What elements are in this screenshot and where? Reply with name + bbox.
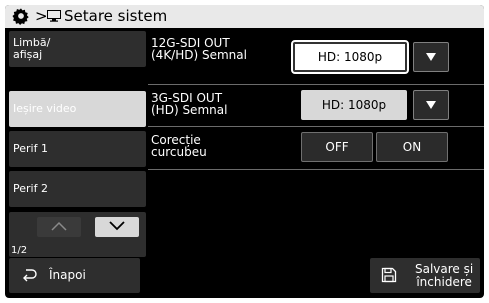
triangle-down-icon — [426, 101, 436, 109]
header-bar: > Setare sistem — [5, 5, 484, 28]
sidebar-item-label: Limbă/ afișaj — [13, 36, 51, 61]
back-label: Înapoi — [49, 268, 86, 282]
page-title: Setare sistem — [64, 7, 168, 25]
page-up-button[interactable] — [37, 217, 81, 237]
save-label: Salvare și închidere — [415, 262, 474, 289]
setting-row-12g-sdi: 12G-SDI OUT (4K/HD) Semnal HD: 1080p — [148, 31, 484, 85]
sidebar-item-peripheral-2[interactable]: Perif 2 — [9, 171, 146, 207]
system-settings-window: > Setare sistem Limbă/ afișaj Ieșire vid… — [5, 5, 484, 298]
page-down-button[interactable] — [95, 217, 139, 237]
save-disk-icon — [381, 267, 397, 283]
sidebar-item-language-display[interactable]: Limbă/ afișaj — [9, 31, 146, 67]
rainbow-on-button[interactable]: ON — [376, 132, 448, 162]
sidebar-item-peripheral-1[interactable]: Perif 1 — [9, 131, 146, 167]
back-button[interactable]: Înapoi — [9, 258, 140, 293]
sidebar-pager: 1/2 — [9, 212, 146, 257]
3g-sdi-signal-select[interactable]: HD: 1080p — [301, 90, 407, 120]
page-indicator: 1/2 — [11, 245, 28, 256]
3g-sdi-dropdown-button[interactable] — [413, 90, 449, 120]
sidebar-item-label: Perif 2 — [13, 182, 48, 195]
sidebar-item-video-output[interactable]: Ieșire video — [9, 91, 146, 127]
setting-row-rainbow-correction: Corecție curcubeu OFF ON — [148, 127, 484, 170]
setting-row-3g-sdi: 3G-SDI OUT (HD) Semnal HD: 1080p — [148, 85, 484, 127]
setting-label: 3G-SDI OUT (HD) Semnal — [151, 91, 228, 117]
sidebar-item-label: Perif 1 — [13, 142, 48, 155]
return-arrow-icon — [23, 269, 37, 282]
breadcrumb-separator: > — [35, 7, 48, 25]
triangle-down-icon — [426, 53, 436, 61]
chevron-up-icon — [51, 221, 67, 231]
chevron-down-icon — [109, 221, 125, 231]
setting-label: Corecție curcubeu — [151, 133, 207, 159]
monitor-icon — [47, 10, 61, 22]
12g-sdi-signal-select[interactable]: HD: 1080p — [291, 40, 409, 74]
rainbow-off-button[interactable]: OFF — [301, 132, 373, 162]
sidebar-item-label: Ieșire video — [13, 102, 77, 115]
12g-sdi-dropdown-button[interactable] — [413, 42, 449, 72]
save-and-close-button[interactable]: Salvare și închidere — [370, 258, 480, 293]
setting-label: 12G-SDI OUT (4K/HD) Semnal — [151, 36, 247, 62]
gear-icon — [12, 8, 29, 25]
